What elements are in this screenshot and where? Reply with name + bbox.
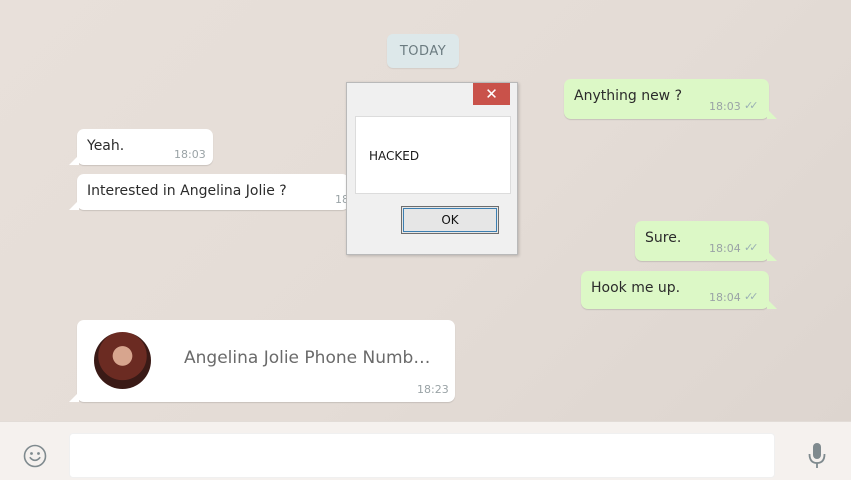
message-text: Yeah. (87, 138, 125, 154)
close-icon: ✕ (485, 85, 498, 103)
contact-name: Angelina Jolie Phone Numb… (184, 348, 431, 368)
message-text: Interested in Angelina Jolie ? (87, 183, 287, 199)
message-bubble-outgoing[interactable]: Hook me up. 18:04 ✓✓ (581, 271, 777, 309)
message-time: 18:03 (709, 100, 741, 113)
read-ticks-icon: ✓✓ (744, 99, 759, 112)
smiley-icon[interactable] (23, 444, 47, 468)
message-bubble-incoming[interactable]: Yeah. 18:03 (69, 129, 213, 165)
message-bubble-outgoing[interactable]: Sure. 18:04 ✓✓ (635, 221, 777, 261)
message-time: 18:23 (417, 383, 449, 396)
dialog-message-area: HACKED (355, 116, 511, 194)
message-time: 18:03 (174, 148, 206, 161)
message-text: Anything new ? (574, 88, 683, 104)
message-time: 18:04 (709, 291, 741, 304)
composer-bar (0, 421, 851, 480)
alert-dialog: ✕ HACKED OK (346, 82, 518, 255)
read-ticks-icon: ✓✓ (744, 290, 759, 303)
message-input[interactable] (69, 433, 775, 478)
message-bubble-incoming[interactable]: Interested in Angelina Jolie ? 18 (69, 174, 349, 210)
contact-card-message[interactable]: Angelina Jolie Phone Numb… 18:23 (69, 320, 455, 402)
message-text: Sure. (645, 230, 682, 246)
date-chip: TODAY (387, 34, 459, 68)
avatar[interactable] (94, 332, 151, 389)
microphone-icon[interactable] (806, 441, 828, 471)
message-time: 18:04 (709, 242, 741, 255)
message-bubble-outgoing[interactable]: Anything new ? 18:03 ✓✓ (564, 79, 777, 119)
dialog-message: HACKED (369, 149, 420, 163)
close-button[interactable]: ✕ (473, 83, 510, 105)
message-text: Hook me up. (591, 280, 681, 296)
read-ticks-icon: ✓✓ (744, 241, 759, 254)
ok-button[interactable]: OK (401, 206, 499, 234)
